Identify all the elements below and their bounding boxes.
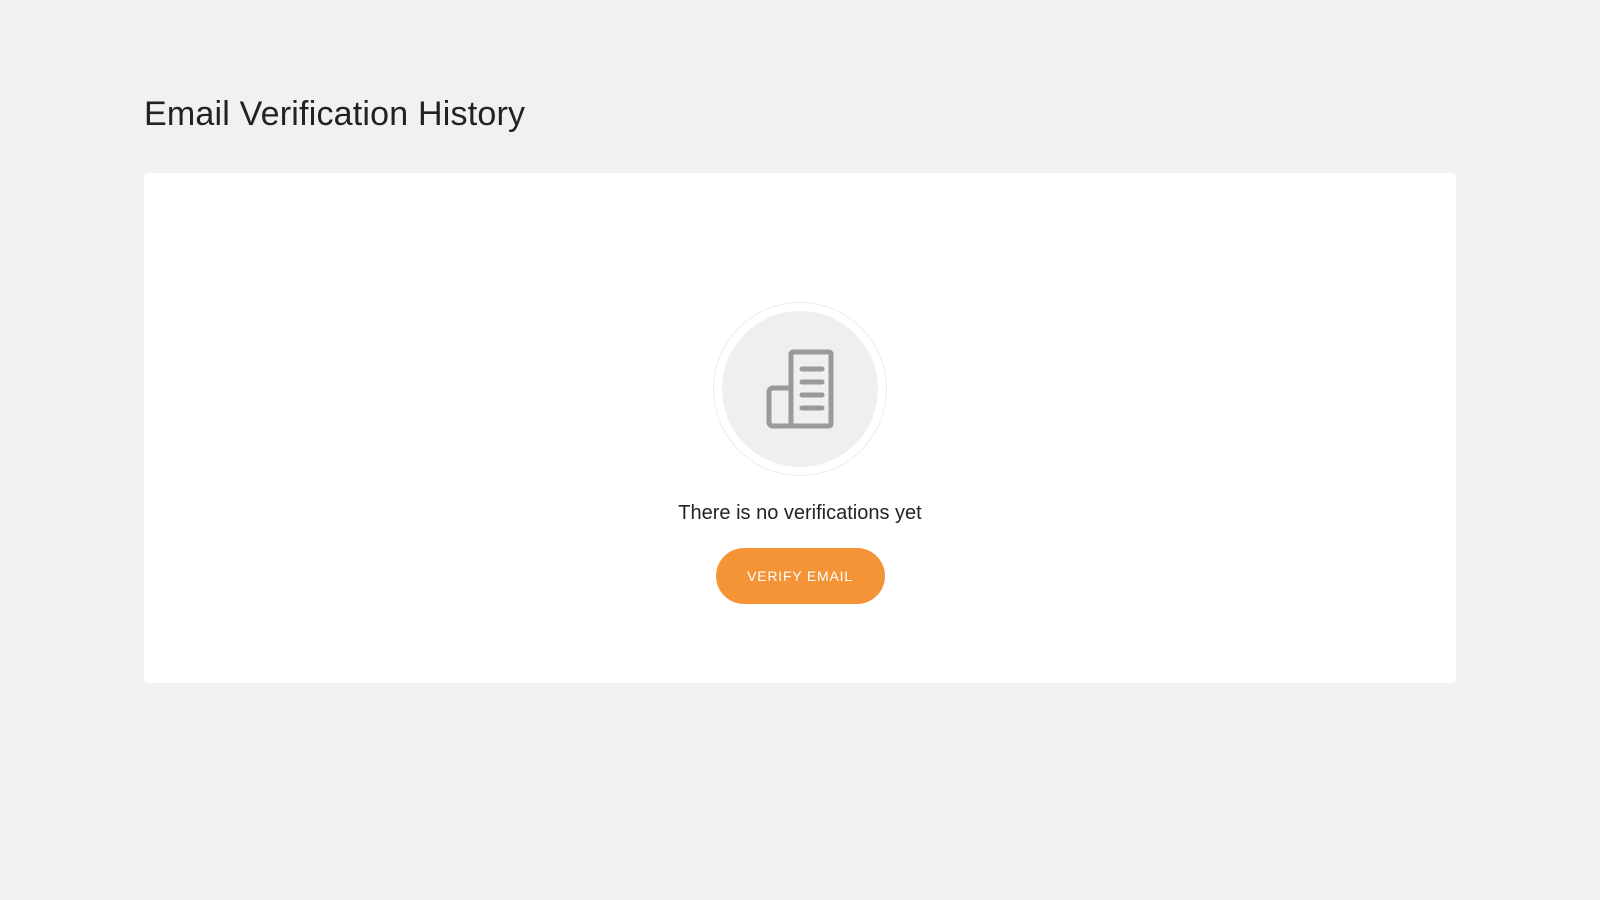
empty-state-icon-circle — [722, 311, 878, 467]
document-receipt-icon — [766, 349, 834, 429]
history-card: There is no verifications yet VERIFY EMA… — [144, 173, 1456, 683]
empty-state-icon-ring — [713, 302, 887, 476]
empty-state: There is no verifications yet VERIFY EMA… — [144, 302, 1456, 604]
empty-state-message: There is no verifications yet — [678, 502, 922, 524]
page: Email Verification History There is no v… — [0, 0, 1600, 900]
verify-email-button[interactable]: VERIFY EMAIL — [715, 548, 885, 604]
page-title: Email Verification History — [144, 95, 526, 133]
